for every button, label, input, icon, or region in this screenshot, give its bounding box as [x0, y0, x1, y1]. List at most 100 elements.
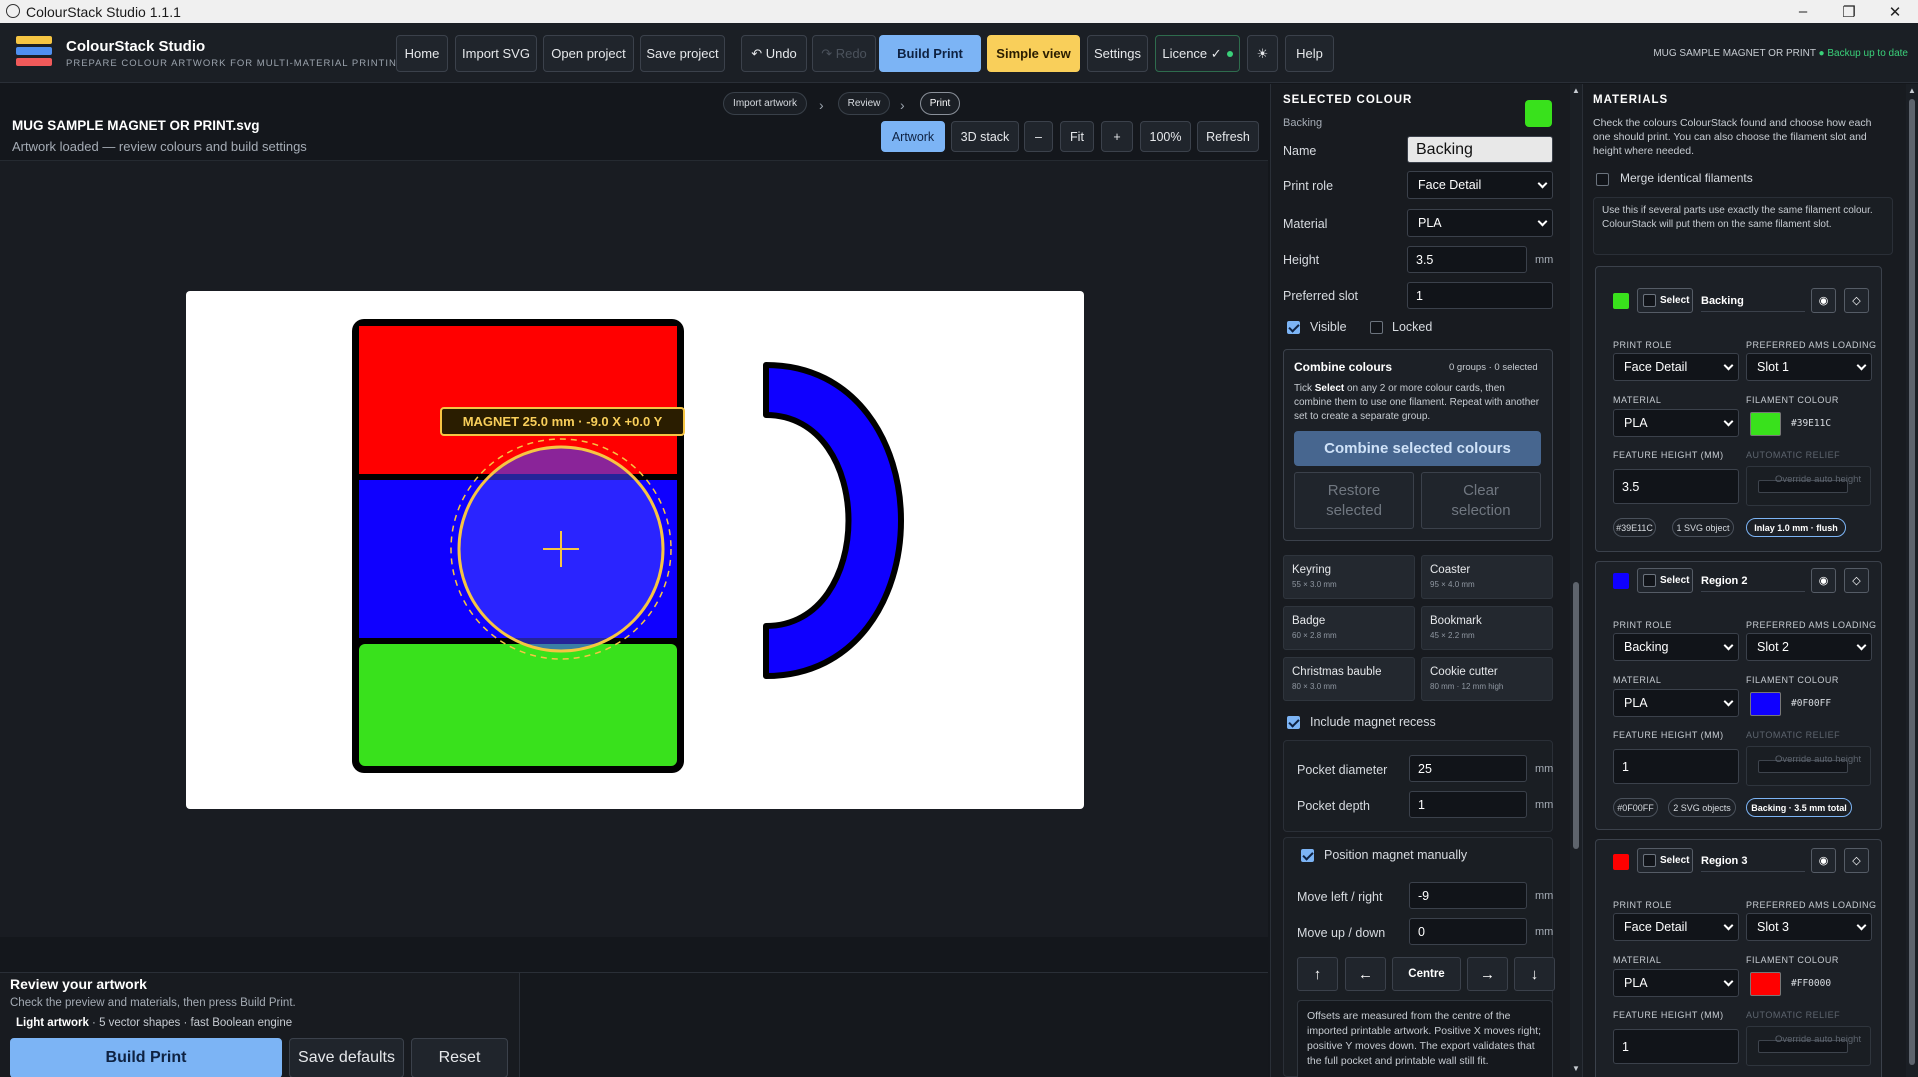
card-select-toggle[interactable]: Select [1637, 288, 1693, 313]
nudge-left-button[interactable]: ← [1345, 957, 1386, 991]
name-input[interactable]: Backing [1407, 136, 1553, 163]
fit-button[interactable]: Fit [1060, 121, 1094, 152]
3d-stack-button[interactable]: 3D stack [951, 121, 1019, 152]
breadcrumb-review[interactable]: Review [838, 92, 890, 115]
maximize-icon[interactable]: ❐ [1826, 0, 1872, 23]
close-icon[interactable]: ✕ [1872, 0, 1918, 23]
eye-icon[interactable]: ◉ [1811, 288, 1836, 313]
preset-badge[interactable]: Badge 60 × 2.8 mm [1283, 606, 1415, 650]
diamond-icon[interactable]: ◇ [1844, 288, 1869, 313]
simple-view-button[interactable]: Simple view [987, 35, 1080, 72]
artwork-view-button[interactable]: Artwork [881, 121, 945, 152]
reset-button[interactable]: Reset [411, 1038, 508, 1077]
save-defaults-button[interactable]: Save defaults [289, 1038, 404, 1077]
preset-coaster[interactable]: Coaster 95 × 4.0 mm [1421, 555, 1553, 599]
nudge-up-button[interactable]: ↑ [1297, 957, 1338, 991]
card-slot-select[interactable]: Slot 2 [1746, 633, 1872, 661]
card-height-input[interactable]: 1 [1613, 749, 1739, 784]
filament-colour-picker[interactable] [1750, 692, 1781, 716]
visible-checkbox[interactable] [1287, 321, 1300, 334]
card-height-input[interactable]: 3.5 [1613, 469, 1739, 504]
diamond-icon[interactable]: ◇ [1844, 568, 1869, 593]
card-role-select[interactable]: Backing [1613, 633, 1739, 661]
move-left-right-input[interactable]: -9 [1409, 882, 1527, 909]
theme-toggle-button[interactable]: ☀ [1247, 35, 1278, 72]
card-select-toggle[interactable]: Select [1637, 848, 1693, 873]
scroll-up-icon[interactable]: ▲ [1908, 86, 1916, 95]
clear-selection-button[interactable]: Clear selection [1421, 472, 1541, 529]
help-button[interactable]: Help [1285, 35, 1334, 72]
filament-colour-picker[interactable] [1750, 412, 1781, 436]
card-material-select[interactable]: PLA [1613, 409, 1739, 437]
move-up-down-input[interactable]: 0 [1409, 918, 1527, 945]
card-name[interactable]: Region 2 [1701, 570, 1805, 592]
zoom-in-button[interactable]: + [1101, 121, 1133, 152]
override-auto-height[interactable]: Override auto height [1746, 746, 1871, 786]
include-magnet-checkbox[interactable] [1287, 716, 1300, 729]
card-height-input[interactable]: 1 [1613, 1029, 1739, 1064]
mid-scrollbar-thumb[interactable] [1573, 582, 1579, 849]
materials-scrollbar-thumb[interactable] [1909, 99, 1915, 1065]
locked-checkbox[interactable] [1370, 321, 1383, 334]
mid-scrollbar[interactable] [1570, 84, 1582, 1077]
diamond-icon[interactable]: ◇ [1844, 848, 1869, 873]
import-svg-button[interactable]: Import SVG [455, 35, 537, 72]
restore-selected-button[interactable]: Restore selected [1294, 472, 1414, 529]
minimize-icon[interactable]: – [1780, 0, 1826, 23]
card-slot-select[interactable]: Slot 3 [1746, 913, 1872, 941]
selected-colour-title: SELECTED COLOUR [1283, 94, 1413, 106]
filament-colour-picker[interactable] [1750, 972, 1781, 996]
zoom-out-button[interactable]: – [1024, 121, 1053, 152]
pocket-diameter-input[interactable]: 25 [1409, 755, 1527, 782]
card-material-value: PLA [1624, 696, 1648, 710]
licence-button[interactable]: Licence ✓ [1155, 35, 1240, 72]
material-select[interactable]: PLA [1407, 209, 1553, 237]
card-role-select[interactable]: Face Detail [1613, 913, 1739, 941]
manual-position-label: Position magnet manually [1324, 848, 1468, 862]
open-project-button[interactable]: Open project [543, 35, 634, 72]
scroll-down-icon[interactable]: ▼ [1572, 1064, 1580, 1073]
print-role-select[interactable]: Face Detail [1407, 171, 1553, 199]
nudge-down-button[interactable]: ↓ [1514, 957, 1555, 991]
card-name[interactable]: Region 3 [1701, 850, 1805, 872]
scroll-up-icon[interactable]: ▲ [1572, 86, 1580, 95]
selected-colour-swatch[interactable] [1525, 100, 1552, 127]
preset-bookmark[interactable]: Bookmark 45 × 2.2 mm [1421, 606, 1553, 650]
save-project-button[interactable]: Save project [640, 35, 725, 72]
card-role-select[interactable]: Face Detail [1613, 353, 1739, 381]
settings-button[interactable]: Settings [1087, 35, 1148, 72]
undo-button[interactable]: ↶ Undo [741, 35, 807, 72]
manual-position-checkbox[interactable] [1301, 849, 1314, 862]
redo-button[interactable]: ↷ Redo [812, 35, 876, 72]
merge-help-box: Use this if several parts use exactly th… [1593, 197, 1893, 255]
centre-magnet-button[interactable]: Centre [1392, 957, 1461, 991]
card-select-label: Select [1660, 855, 1690, 866]
preferred-slot-input[interactable]: 1 [1407, 282, 1553, 309]
build-print-button[interactable]: Build Print [879, 35, 981, 72]
home-button[interactable]: Home [396, 35, 448, 72]
build-print-bottom-button[interactable]: Build Print [10, 1038, 282, 1077]
card-material-select[interactable]: PLA [1613, 689, 1739, 717]
preset-christmas-bauble[interactable]: Christmas bauble 80 × 3.0 mm [1283, 657, 1415, 701]
artboard[interactable]: MAGNET 25.0 mm · -9.0 X +0.0 Y [186, 291, 1084, 809]
card-slot-select[interactable]: Slot 1 [1746, 353, 1872, 381]
eye-icon[interactable]: ◉ [1811, 848, 1836, 873]
combine-selected-button[interactable]: Combine selected colours [1294, 431, 1541, 466]
nudge-right-button[interactable]: → [1467, 957, 1508, 991]
card-material-select[interactable]: PLA [1613, 969, 1739, 997]
preset-keyring[interactable]: Keyring 55 × 3.0 mm [1283, 555, 1415, 599]
card-select-toggle[interactable]: Select [1637, 568, 1693, 593]
eye-icon[interactable]: ◉ [1811, 568, 1836, 593]
card-name[interactable]: Backing [1701, 290, 1805, 312]
override-auto-height[interactable]: Override auto height [1746, 466, 1871, 506]
height-input[interactable]: 3.5 [1407, 246, 1527, 273]
refresh-button[interactable]: Refresh [1197, 121, 1259, 152]
override-auto-height[interactable]: Override auto height [1746, 1026, 1871, 1066]
breadcrumb-print[interactable]: Print [920, 92, 960, 115]
preset-cookie-cutter[interactable]: Cookie cutter 80 mm · 12 mm high [1421, 657, 1553, 701]
file-title: MUG SAMPLE MAGNET OR PRINT.svg [12, 118, 260, 133]
print-role-label: PRINT ROLE [1613, 620, 1672, 630]
merge-filaments-checkbox[interactable] [1596, 173, 1609, 186]
breadcrumb-import[interactable]: Import artwork [723, 92, 807, 115]
pocket-depth-input[interactable]: 1 [1409, 791, 1527, 818]
